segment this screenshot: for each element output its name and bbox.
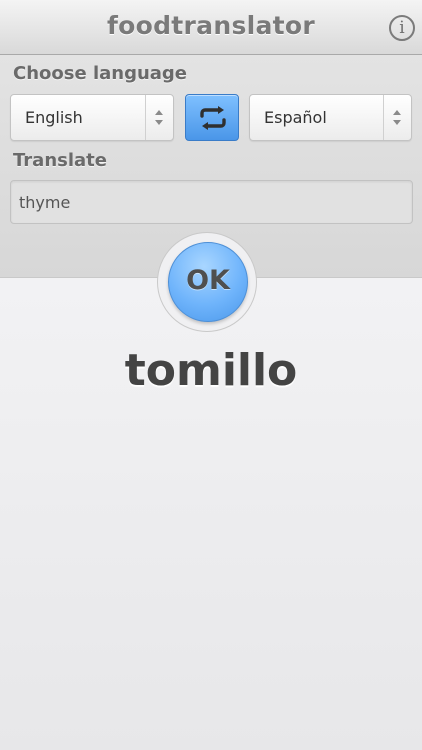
arrow-up-icon (393, 110, 401, 115)
translate-input[interactable] (10, 180, 413, 224)
arrow-up-icon (155, 110, 163, 115)
source-language-select[interactable]: English (10, 94, 174, 141)
app-title: foodtranslator (106, 11, 316, 40)
ok-button[interactable]: OK (168, 242, 248, 322)
swap-arrows-icon (200, 106, 226, 130)
app-window: foodtranslator i Choose language English… (0, 0, 422, 750)
ok-label: OK (186, 265, 230, 296)
translation-result: tomillo (124, 345, 298, 396)
choose-language-label: Choose language (13, 63, 188, 84)
target-select-arrows-icon (383, 95, 411, 140)
info-icon[interactable]: i (389, 15, 415, 41)
arrow-down-icon (155, 120, 163, 125)
source-select-arrows-icon (145, 95, 173, 140)
source-language-value: English (25, 108, 83, 127)
target-language-value: Español (264, 108, 327, 127)
title-bar: foodtranslator i (0, 0, 422, 55)
translate-label: Translate (13, 150, 107, 171)
swap-languages-button[interactable] (185, 94, 239, 141)
arrow-down-icon (393, 120, 401, 125)
target-language-select[interactable]: Español (249, 94, 412, 141)
info-glyph: i (399, 18, 405, 38)
